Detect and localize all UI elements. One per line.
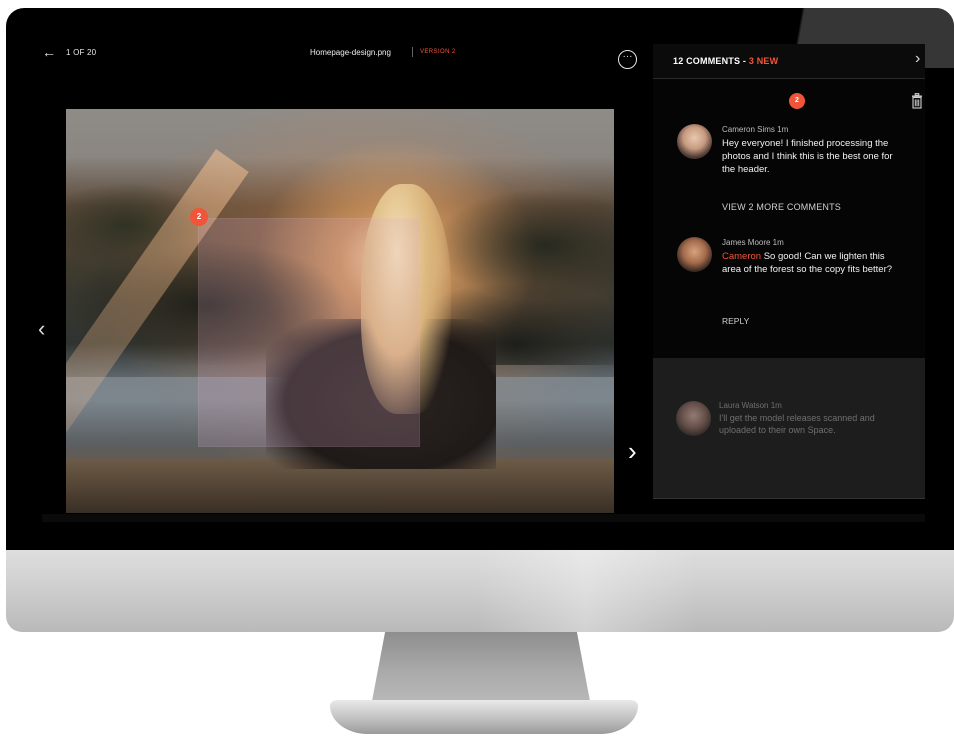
trash-icon[interactable] <box>911 93 923 109</box>
avatar[interactable] <box>677 124 712 159</box>
comments-count-label: 12 COMMENTS - <box>673 56 749 66</box>
comment-author: Cameron Sims 1m <box>722 125 789 134</box>
collapse-panel-icon[interactable]: › <box>915 50 920 68</box>
avatar[interactable] <box>677 237 712 272</box>
new-comments-badge: 3 NEW <box>748 56 779 66</box>
thread-divider <box>653 498 925 499</box>
view-more-comments-link[interactable]: VIEW 2 MORE COMMENTS <box>722 202 841 212</box>
comment-author: James Moore 1m <box>722 238 784 247</box>
more-options-icon[interactable]: ··· <box>618 50 637 69</box>
monitor-stand-base <box>330 700 638 734</box>
monitor-chin <box>6 550 954 632</box>
comments-header: 12 COMMENTS - 3 NEW › <box>653 44 925 79</box>
back-arrow-icon[interactable]: ← <box>42 44 56 60</box>
mention-link[interactable]: Cameron <box>722 251 761 262</box>
next-image-icon[interactable]: › <box>628 438 637 464</box>
thread-pin[interactable]: 2 <box>789 93 805 109</box>
previous-image-icon[interactable]: ‹ <box>38 318 45 340</box>
comment-text: Cameron So good! Can we lighten this are… <box>722 250 900 276</box>
comment-thread <box>653 79 925 359</box>
viewer-topbar: ← 1 OF 20 Homepage-design.png VERSION 2 <box>42 44 642 64</box>
reply-button[interactable]: REPLY <box>722 316 749 326</box>
comments-count: 12 COMMENTS - 3 NEW <box>673 56 778 66</box>
screen-bottom-strip <box>42 514 925 522</box>
annotation-pin[interactable]: 2 <box>190 208 208 226</box>
comments-panel: 12 COMMENTS - 3 NEW › <box>653 44 925 514</box>
title-divider <box>412 47 413 57</box>
avatar[interactable] <box>676 401 711 436</box>
comment-text: I'll get the model releases scanned and … <box>719 413 875 435</box>
file-name: Homepage-design.png <box>310 48 391 57</box>
annotation-area[interactable] <box>198 218 420 447</box>
version-label[interactable]: VERSION 2 <box>420 49 456 55</box>
comment-author: Laura Watson 1m <box>719 401 782 410</box>
image-counter: 1 OF 20 <box>66 48 97 57</box>
comment-text: Hey everyone! I finished processing the … <box>722 138 893 175</box>
